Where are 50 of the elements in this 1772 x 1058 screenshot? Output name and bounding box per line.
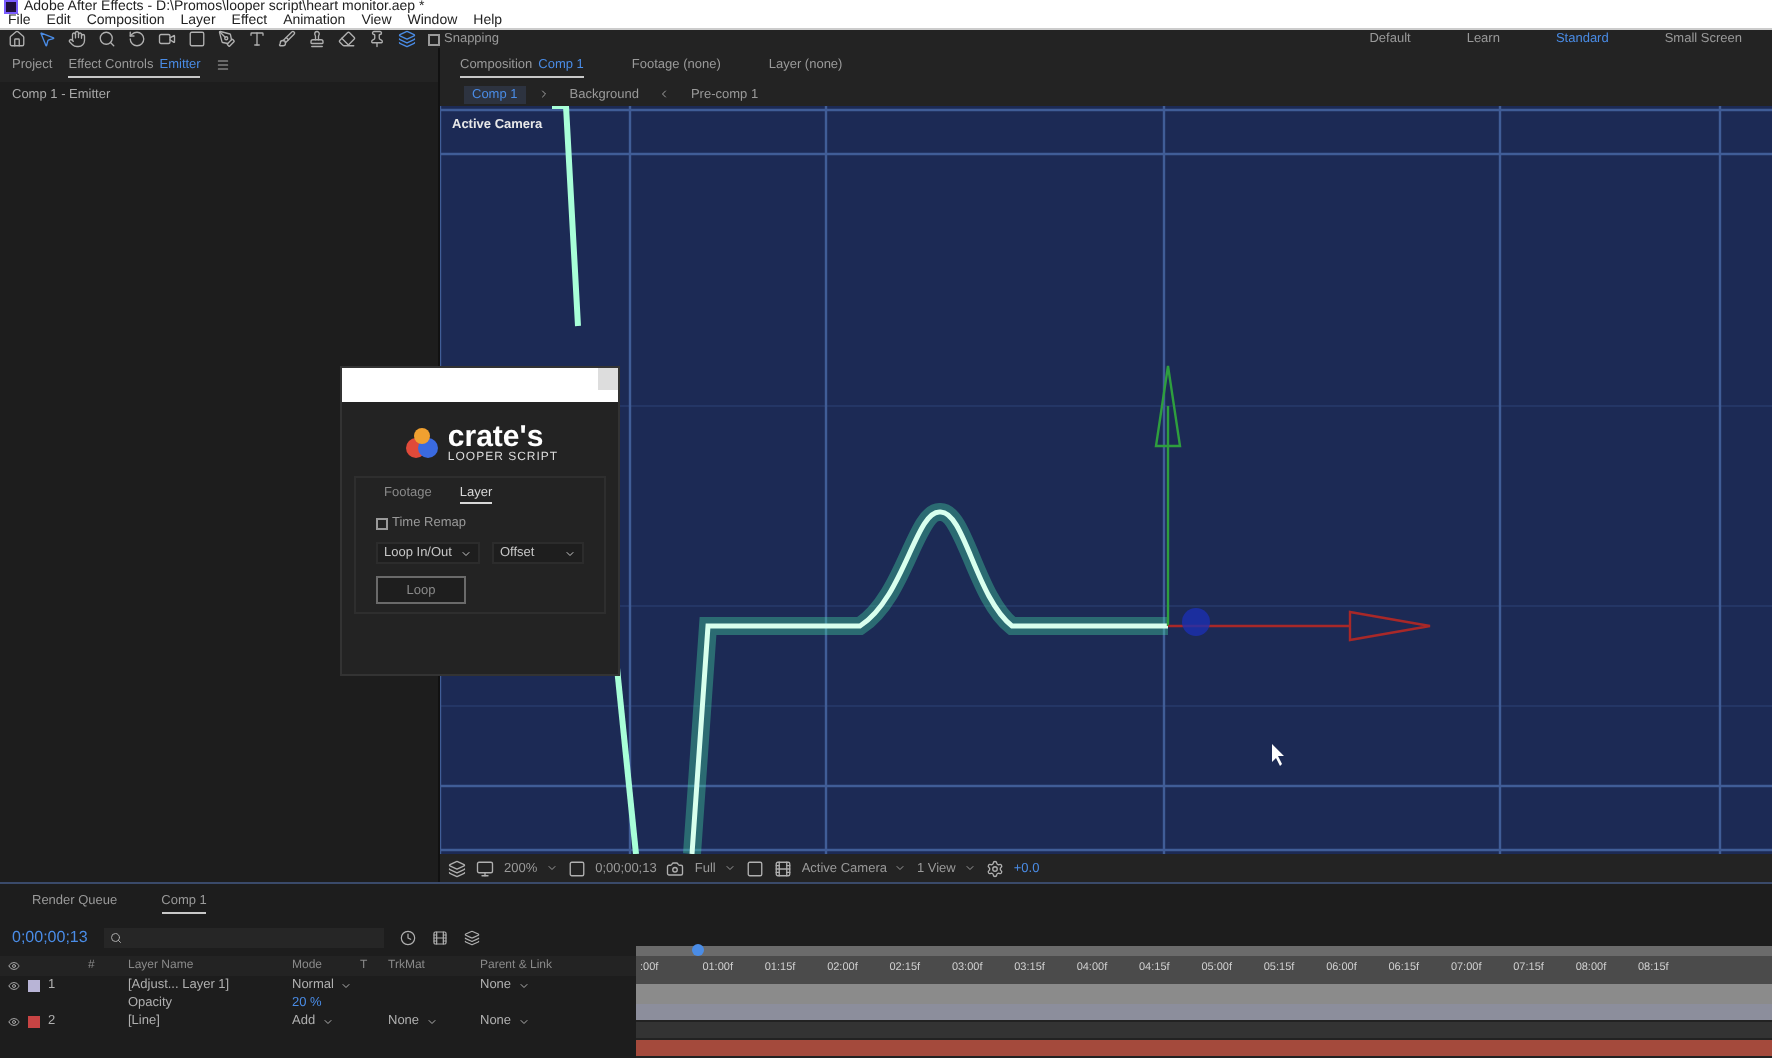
app-logo — [4, 0, 18, 14]
layer-bar[interactable] — [636, 1004, 1772, 1022]
film-icon[interactable] — [431, 929, 448, 945]
chevron-down-icon — [460, 547, 472, 559]
hand-icon[interactable] — [68, 30, 86, 48]
layers-icon[interactable] — [448, 859, 466, 877]
type-icon[interactable] — [248, 30, 266, 48]
clock-icon[interactable] — [399, 929, 416, 945]
chevron-down-icon — [564, 547, 576, 559]
layer-bar[interactable] — [636, 1040, 1772, 1058]
eye-icon[interactable] — [8, 1015, 20, 1027]
logo-icon — [401, 423, 442, 463]
playhead[interactable] — [692, 944, 704, 956]
current-timecode[interactable]: 0;00;00;13 — [12, 928, 88, 946]
monitor-icon[interactable] — [476, 859, 494, 877]
rotate-icon[interactable] — [128, 30, 146, 48]
eraser-icon[interactable] — [338, 30, 356, 48]
eye-icon[interactable] — [8, 979, 20, 991]
label-color[interactable] — [28, 1015, 40, 1027]
chevron-right-icon — [537, 88, 550, 100]
chevron-down-icon — [339, 979, 352, 991]
pointer-icon[interactable] — [38, 30, 56, 48]
pin-icon[interactable] — [368, 30, 386, 48]
stamp-icon[interactable] — [308, 30, 326, 48]
transparency-icon[interactable] — [773, 859, 792, 877]
rectangle-icon[interactable] — [188, 30, 206, 48]
camera-icon[interactable] — [158, 30, 176, 48]
layers-icon[interactable] — [463, 929, 480, 945]
snapshot-icon[interactable] — [666, 859, 685, 877]
home-icon[interactable] — [8, 30, 26, 48]
settings-icon[interactable] — [985, 859, 1004, 877]
chevron-down-icon — [545, 862, 558, 874]
chevron-down-icon — [517, 979, 530, 991]
chevron-down-icon — [425, 1015, 438, 1027]
chevron-down-icon — [517, 1015, 530, 1027]
search-field[interactable] — [103, 927, 384, 947]
cursor-icon — [1272, 744, 1284, 766]
menu-icon[interactable] — [216, 58, 231, 72]
chevron-down-icon — [963, 862, 976, 874]
search-icon[interactable] — [98, 30, 116, 48]
chevron-left-icon — [658, 88, 671, 100]
search-icon — [109, 931, 122, 943]
chevron-down-icon — [894, 862, 907, 874]
eye-icon[interactable] — [8, 960, 20, 972]
chevron-down-icon — [321, 1015, 334, 1027]
chevron-down-icon — [723, 862, 736, 874]
label-color[interactable] — [28, 979, 40, 991]
brush-icon[interactable] — [278, 30, 296, 48]
pen-icon[interactable] — [218, 30, 236, 48]
logo-title: crate's — [447, 422, 544, 452]
